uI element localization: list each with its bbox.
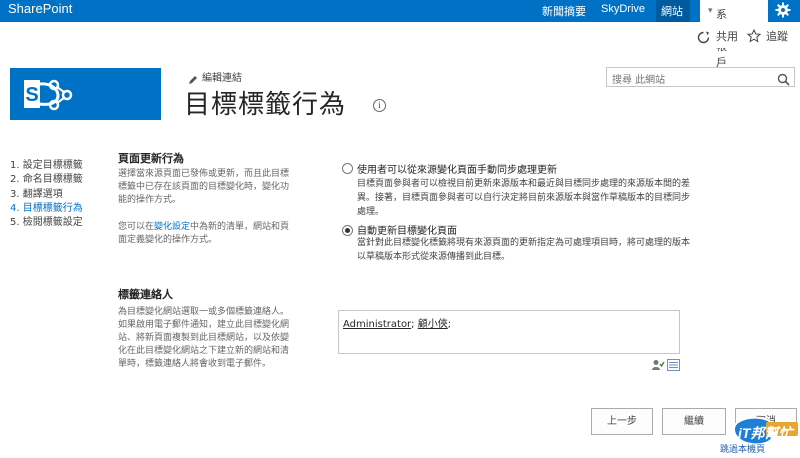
variation-settings-link[interactable]: 變化設定 bbox=[154, 222, 190, 232]
people-picker-input[interactable]: Administrator; 顧小俠; bbox=[338, 310, 680, 354]
option-manual-sync-desc: 目標頁面參與者可以檢視目前更新來源版本和最近與目標同步處理的來源版本間的差 異。… bbox=[357, 177, 690, 219]
sharepoint-brand[interactable]: SharePoint bbox=[8, 1, 72, 16]
note-text: 您可以在 bbox=[118, 222, 155, 232]
step-name-label: 2. 命名目標標籤 bbox=[10, 174, 83, 185]
nav-skydrive[interactable]: SkyDrive bbox=[601, 3, 645, 15]
desc-line: 處理。 bbox=[357, 207, 385, 217]
ribbon-bar bbox=[0, 22, 800, 48]
option-auto-update-desc: 當針對此目標變化標籤將現有來源頁面的更新指定為可處理項目時，將可處理的版本 以草… bbox=[357, 236, 690, 264]
search-input[interactable] bbox=[610, 71, 774, 90]
person-token[interactable]: Administrator bbox=[343, 319, 411, 330]
step-create-label: 1. 設定目標標籤 bbox=[10, 160, 83, 171]
desc-line: 站、將新頁面複製到此目標網站，以及依變 bbox=[118, 333, 290, 343]
back-button[interactable]: 上一步 bbox=[591, 408, 653, 435]
desc-line: 單時，標籤連絡人將會收到電子郵件。 bbox=[118, 359, 272, 369]
search-box[interactable] bbox=[606, 67, 795, 90]
label-contacts-heading: 標籤連絡人 bbox=[118, 288, 173, 301]
chevron-down-icon: ▾ bbox=[708, 6, 713, 16]
desc-line: 化在此目標變化網站之下建立新的網站和清 bbox=[118, 346, 290, 356]
follow-button[interactable]: 追蹤 bbox=[766, 28, 788, 44]
desc-line: 能的操作方式。 bbox=[118, 195, 182, 205]
option-auto-update-label[interactable]: 自動更新目標變化頁面 bbox=[357, 222, 457, 237]
radio-auto-update[interactable] bbox=[342, 225, 353, 236]
star-icon[interactable] bbox=[746, 28, 762, 47]
note-text: 面定義變化的操作方式。 bbox=[118, 235, 218, 245]
edit-links[interactable]: 編輯連結 bbox=[202, 69, 242, 84]
nav-sites[interactable]: 網站 bbox=[661, 3, 683, 19]
info-icon[interactable]: i bbox=[373, 99, 386, 112]
step-review-settings: 5. 檢閱標籤設定 bbox=[10, 217, 83, 228]
page-title: 目標標籤行為 bbox=[184, 89, 347, 119]
radio-manual-sync[interactable] bbox=[342, 163, 353, 174]
check-names-icon[interactable] bbox=[651, 356, 665, 375]
watermark-text: 跳過本機頁 bbox=[720, 445, 766, 455]
desc-line: 為目標變化網站選取一或多個標籤連絡人。 bbox=[118, 307, 290, 317]
search-icon[interactable] bbox=[777, 71, 790, 90]
step-label-behavior: 4. 目標標籤行為 bbox=[10, 203, 83, 214]
desc-line: 目標頁面參與者可以檢視目前更新來源版本和最近與目標同步處理的來源版本間的差 bbox=[357, 179, 691, 189]
browse-directory-icon[interactable] bbox=[667, 356, 680, 375]
note-text: 中為新的清單，網站和頁 bbox=[190, 222, 290, 232]
share-icon[interactable] bbox=[697, 29, 710, 48]
desc-line: 選擇當來源頁面已發佈或更新，而且此目標 bbox=[118, 169, 290, 179]
nav-newsfeed[interactable]: 新聞摘要 bbox=[542, 3, 586, 19]
desc-line: 如果啟用電子郵件通知，建立此目標變化網 bbox=[118, 320, 290, 330]
account-menu[interactable]: 系統帳戶 ▾ bbox=[700, 0, 768, 69]
desc-line: 標籤中已存在該頁面的目標變化時，變化功 bbox=[118, 182, 290, 192]
sharepoint-logo[interactable]: S bbox=[10, 68, 161, 120]
step-translation-options: 3. 翻譯選項 bbox=[10, 189, 63, 200]
continue-button[interactable]: 繼續 bbox=[662, 408, 726, 435]
page-update-heading: 頁面更新行為 bbox=[118, 152, 184, 165]
share-button[interactable]: 共用 bbox=[716, 28, 738, 44]
svg-text:S: S bbox=[25, 84, 38, 106]
page-update-description: 選擇當來源頁面已發佈或更新，而且此目標 標籤中已存在該頁面的目標變化時，變化功 … bbox=[118, 168, 289, 207]
watermark-logo-text: iT邦幫忙 bbox=[738, 425, 793, 441]
label-contacts-description: 為目標變化網站選取一或多個標籤連絡人。 如果啟用電子郵件通知，建立此目標變化網 … bbox=[118, 306, 289, 371]
desc-line: 異。接著，目標頁面參與者可以自行決定將目前來源版本與當作草稿版本的目標同步 bbox=[357, 193, 691, 203]
gear-icon[interactable] bbox=[772, 0, 794, 21]
variation-settings-note: 您可以在變化設定中為新的清單，網站和頁 面定義變化的操作方式。 bbox=[118, 221, 289, 247]
desc-line: 當針對此目標變化標籤將現有來源頁面的更新指定為可處理項目時，將可處理的版本 bbox=[357, 238, 691, 248]
desc-line: 以草稿版本形式從來源傳播到此目標。 bbox=[357, 252, 511, 262]
option-manual-sync-label[interactable]: 使用者可以從來源變化頁面手動同步處理更新 bbox=[357, 161, 557, 176]
ithome-watermark: iT邦幫忙 跳過本機頁 bbox=[720, 414, 800, 455]
person-token[interactable]: 顧小俠 bbox=[418, 319, 448, 330]
